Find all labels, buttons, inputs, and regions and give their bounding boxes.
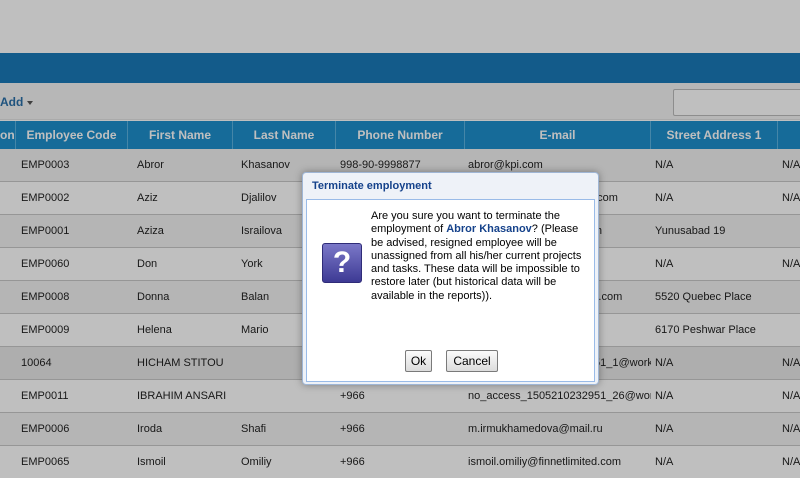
table-cell: HICHAM STITOU <box>137 357 224 369</box>
terminate-dialog: Terminate employment ? Are you sure you … <box>302 172 599 385</box>
table-cell: N/A <box>655 456 674 468</box>
table-cell: EMP0003 <box>21 159 70 171</box>
column-header[interactable]: Last Name <box>233 121 336 149</box>
ok-button[interactable]: Ok <box>405 350 432 372</box>
table-cell <box>0 347 16 380</box>
table-cell: Shafi <box>241 423 267 435</box>
table-cell: N/A <box>782 159 800 171</box>
table-cell: Iroda <box>137 423 163 435</box>
table-cell: N/A <box>782 357 800 369</box>
table-cell <box>0 446 16 478</box>
table-cell: N/A <box>782 192 800 204</box>
table-cell: Donna <box>137 291 170 303</box>
table-cell: 6170 Peshwar Place <box>655 324 756 336</box>
table-cell: N/A <box>655 159 674 171</box>
table-cell: Don <box>137 258 158 270</box>
table-cell <box>0 182 16 215</box>
table-cell: N/A <box>655 192 674 204</box>
column-header[interactable]: E-mail <box>465 121 651 149</box>
table-cell <box>0 380 16 413</box>
column-header[interactable] <box>778 121 800 149</box>
column-header[interactable]: Phone Number <box>336 121 465 149</box>
table-cell: m.irmukhamedova@mail.ru <box>468 423 603 435</box>
table-cell: EMP0060 <box>21 258 70 270</box>
table-cell <box>0 314 16 347</box>
table-cell <box>0 413 16 446</box>
table-cell: EMP0001 <box>21 225 70 237</box>
table-header: on Employee Code First Name Last Name Phone … <box>0 121 800 149</box>
table-cell: Abror <box>137 159 164 171</box>
table-cell <box>0 248 16 281</box>
table-cell: ismoil.omiliy@finnetlimited.com <box>468 456 621 468</box>
chevron-down-icon <box>27 100 34 105</box>
table-cell: IBRAHIM ANSARI <box>137 390 227 402</box>
table-cell <box>782 314 800 347</box>
table-cell: EMP0006 <box>21 423 70 435</box>
column-header[interactable]: on <box>0 121 16 149</box>
table-cell: Aziza <box>137 225 164 237</box>
header-band <box>0 53 800 83</box>
table-cell: N/A <box>782 258 800 270</box>
table-cell: Aziz <box>137 192 158 204</box>
add-button[interactable]: Add <box>0 92 34 112</box>
dialog-body: ? Are you sure you want to terminate the… <box>306 199 595 382</box>
table-cell: EMP0065 <box>21 456 70 468</box>
table-cell: EMP0009 <box>21 324 70 336</box>
table-cell: N/A <box>782 456 800 468</box>
table-cell: N/A <box>782 390 800 402</box>
employee-list-page: Add on Employee Code First Name Last Name Ph… <box>0 0 800 478</box>
table-cell: Ismoil <box>137 456 166 468</box>
table-cell: N/A <box>655 357 674 369</box>
table-cell: 5520 Quebec Place <box>655 291 752 303</box>
dialog-message: Are you sure you want to terminate the e… <box>371 210 591 303</box>
column-header[interactable]: First Name <box>128 121 233 149</box>
cancel-button[interactable]: Cancel <box>446 350 498 372</box>
table-cell: EMP0002 <box>21 192 70 204</box>
table-row[interactable]: EMP0006 Iroda Shafi +966 m.irmukhamedova@mai… <box>0 413 800 446</box>
dialog-title: Terminate employment <box>312 180 432 192</box>
table-cell <box>782 281 800 314</box>
employee-name: Abror Khasanov <box>446 223 532 236</box>
table-cell: 10064 <box>21 357 52 369</box>
table-cell: N/A <box>655 258 674 270</box>
table-cell: +966 <box>340 423 365 435</box>
table-cell: N/A <box>655 423 674 435</box>
top-area <box>0 0 800 53</box>
search-input[interactable] <box>673 89 800 116</box>
table-cell: N/A <box>655 390 674 402</box>
column-header[interactable]: Employee Code <box>16 121 128 149</box>
table-cell <box>0 149 16 182</box>
add-button-label: Add <box>0 95 24 109</box>
table-cell <box>0 281 16 314</box>
table-cell <box>0 215 16 248</box>
question-icon: ? <box>322 243 362 283</box>
table-cell <box>782 215 800 248</box>
table-cell: Helena <box>137 324 172 336</box>
table-cell: +966 <box>340 456 365 468</box>
table-cell: EMP0008 <box>21 291 70 303</box>
table-cell: EMP0011 <box>21 390 69 402</box>
table-cell: Yunusabad 19 <box>655 225 726 237</box>
column-header[interactable]: Street Address 1 <box>651 121 778 149</box>
table-row[interactable]: EMP0065 Ismoil Omiliy +966 ismoil.omiliy@fin… <box>0 446 800 478</box>
table-cell: Omiliy <box>241 456 272 468</box>
table-cell: N/A <box>782 423 800 435</box>
